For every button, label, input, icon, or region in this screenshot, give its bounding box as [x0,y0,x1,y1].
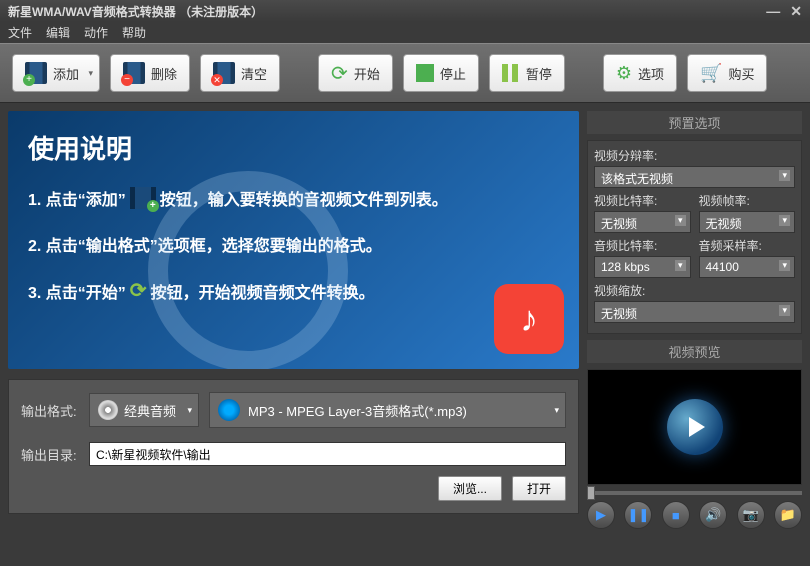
minimize-button[interactable]: — [766,3,780,20]
vbitrate-select[interactable]: 无视频 [594,211,691,233]
media-snapshot-button[interactable]: 📷 [737,501,765,529]
preview-title: 视频预览 [587,340,802,363]
category-select[interactable]: 经典音频 [89,393,199,427]
start-button[interactable]: ⟳ 开始 [318,54,393,92]
mini-refresh-icon: ⟳ [130,278,147,303]
mini-film-add-icon: + [130,187,156,209]
menu-edit[interactable]: 编辑 [46,24,70,41]
asamplerate-label: 音频采样率: [699,237,796,254]
disc-icon [98,400,118,420]
vframerate-label: 视频帧率: [699,192,796,209]
preview-play-icon [667,399,723,455]
open-button[interactable]: 打开 [512,476,566,501]
add-button[interactable]: + 添加 [12,54,100,92]
video-preview [587,369,802,485]
menu-file[interactable]: 文件 [8,24,32,41]
abitrate-label: 音频比特率: [594,237,691,254]
media-play-button[interactable]: ▶ [587,501,615,529]
stop-icon [416,64,434,82]
music-badge-icon: ♪ [494,284,564,354]
clear-button[interactable]: ✕ 清空 [200,54,280,92]
output-format-label: 输出格式: [21,401,79,420]
instructions-panel: 使用说明 1. 点击“添加” + 按钮，输入要转换的音视频文件到列表。 2. 点… [8,111,579,369]
zoom-label: 视频缩放: [594,282,795,299]
cart-icon: 🛒 [700,63,722,84]
stop-button[interactable]: 停止 [403,54,479,92]
output-panel: 输出格式: 经典音频 MP3 - MPEG Layer-3音频格式(*.mp3)… [8,379,579,514]
resolution-select[interactable]: 该格式无视频 [594,166,795,188]
gear-icon: ⚙ [616,63,632,84]
refresh-icon: ⟳ [331,61,348,86]
reel-decoration [148,171,348,369]
presets-panel: 视频分辩率: 该格式无视频 视频比特率: 无视频 视频帧率: 无视频 音频比特率… [587,140,802,334]
abitrate-select[interactable]: 128 kbps [594,256,691,278]
film-delete-icon: − [123,62,145,84]
titlebar: 新星WMA/WAV音频格式转换器 （未注册版本） — ✕ [0,0,810,22]
media-pause-button[interactable]: ❚❚ [624,501,652,529]
media-mute-button[interactable]: 🔊 [699,501,727,529]
buy-button[interactable]: 🛒 购买 [687,54,767,92]
menu-action[interactable]: 动作 [84,24,108,41]
format-select[interactable]: MP3 - MPEG Layer-3音频格式(*.mp3) [209,392,566,428]
media-folder-button[interactable]: 📁 [774,501,802,529]
seek-slider[interactable] [587,491,802,495]
options-button[interactable]: ⚙ 选项 [603,54,677,92]
output-dir-input[interactable] [89,442,566,466]
presets-title: 预置选项 [587,111,802,134]
film-add-icon: + [25,62,47,84]
media-controls: ▶ ❚❚ ■ 🔊 📷 📁 [587,501,802,529]
film-clear-icon: ✕ [213,62,235,84]
toolbar: + 添加 − 删除 ✕ 清空 ⟳ 开始 停止 暂停 ⚙ 选项 🛒 购买 [0,43,810,103]
resolution-label: 视频分辩率: [594,147,795,164]
asamplerate-select[interactable]: 44100 [699,256,796,278]
media-stop-button[interactable]: ■ [662,501,690,529]
vbitrate-label: 视频比特率: [594,192,691,209]
browse-button[interactable]: 浏览... [438,476,502,501]
menubar: 文件 编辑 动作 帮助 [0,22,810,43]
output-dir-label: 输出目录: [21,445,79,464]
zoom-select[interactable]: 无视频 [594,301,795,323]
menu-help[interactable]: 帮助 [122,24,146,41]
vframerate-select[interactable]: 无视频 [699,211,796,233]
window-title: 新星WMA/WAV音频格式转换器 （未注册版本） [8,3,263,20]
close-button[interactable]: ✕ [790,3,802,20]
pause-icon [502,64,520,82]
pause-button[interactable]: 暂停 [489,54,565,92]
mp3-icon [218,399,240,421]
instructions-title: 使用说明 [28,129,559,166]
delete-button[interactable]: − 删除 [110,54,190,92]
